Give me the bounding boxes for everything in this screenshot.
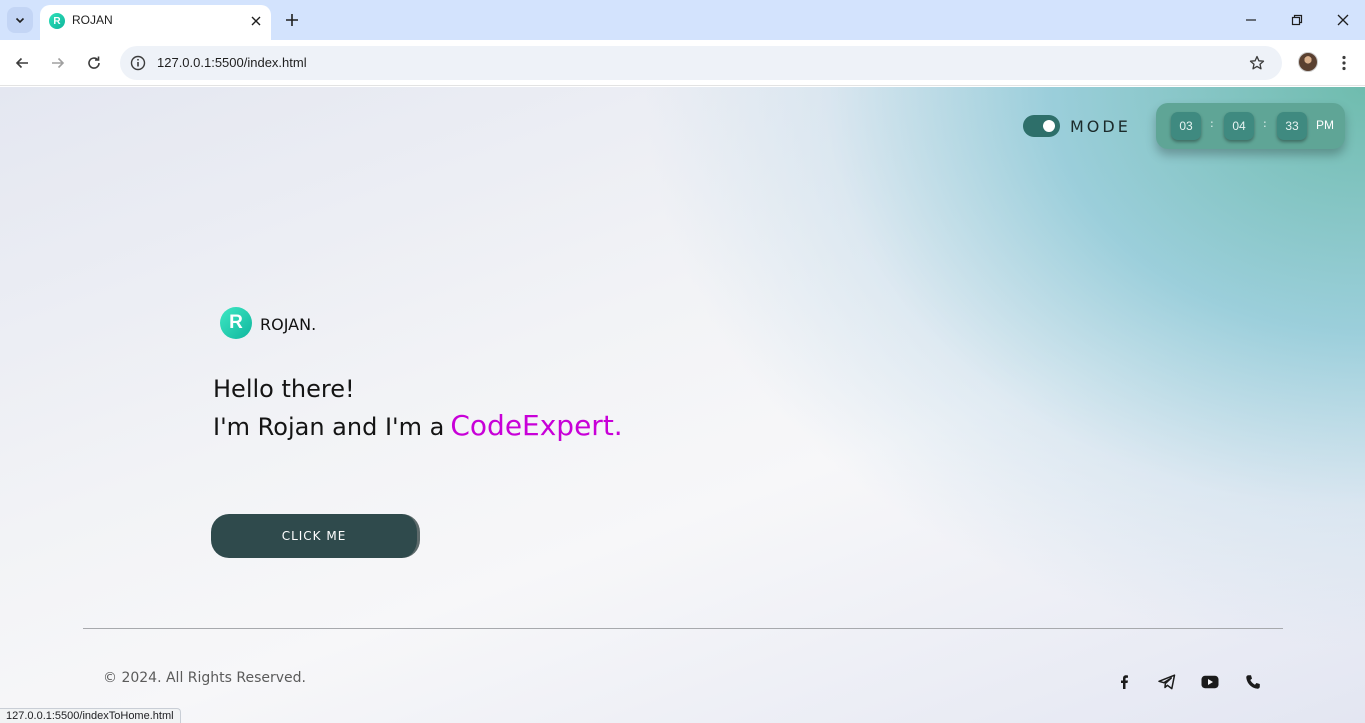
- tab-title: ROJAN: [72, 13, 113, 27]
- close-icon: [251, 16, 261, 26]
- youtube-icon: [1201, 675, 1219, 689]
- browser-tab[interactable]: R ROJAN: [40, 5, 271, 40]
- mode-label: MODE: [1070, 117, 1131, 136]
- brand-logo-icon[interactable]: R: [220, 307, 252, 339]
- clock-seconds: 33: [1277, 112, 1307, 140]
- page-viewport: MODE 03 : 04 : 33 PM R ROJAN. Hello ther…: [0, 87, 1365, 723]
- browser-toolbar: 127.0.0.1:5500/index.html: [0, 40, 1365, 86]
- copyright-text: © 2024. All Rights Reserved.: [103, 670, 307, 686]
- hero-greeting: Hello there!: [213, 375, 355, 403]
- address-url[interactable]: 127.0.0.1:5500/index.html: [157, 55, 307, 70]
- reload-button[interactable]: [80, 49, 108, 77]
- mode-toggle-knob: [1043, 120, 1055, 132]
- star-icon: [1249, 55, 1265, 70]
- chevron-down-icon: [15, 17, 25, 24]
- minimize-button[interactable]: [1228, 0, 1274, 40]
- arrow-right-icon: [52, 57, 65, 69]
- facebook-icon: [1121, 675, 1128, 689]
- clock-separator: :: [1210, 117, 1214, 130]
- youtube-link[interactable]: [1199, 671, 1221, 693]
- footer-divider: [83, 628, 1283, 629]
- brand-name[interactable]: ROJAN.: [260, 315, 316, 334]
- address-bar[interactable]: 127.0.0.1:5500/index.html: [120, 46, 1282, 80]
- click-me-button[interactable]: CLICK ME: [211, 514, 420, 558]
- mode-toggle[interactable]: [1023, 115, 1060, 137]
- bookmark-button[interactable]: [1247, 53, 1267, 73]
- status-bar-url: 127.0.0.1:5500/indexToHome.html: [0, 708, 181, 723]
- browser-tab-strip: R ROJAN: [0, 0, 1365, 40]
- hero-intro: I'm Rojan and I'm a CodeExpert.: [213, 409, 623, 442]
- digital-clock: 03 : 04 : 33 PM: [1156, 103, 1345, 149]
- hero-highlight: CodeExpert.: [450, 409, 623, 442]
- clock-separator: :: [1263, 117, 1267, 130]
- clock-hours: 03: [1171, 112, 1201, 140]
- tab-favicon-icon: R: [49, 13, 65, 29]
- restore-button[interactable]: [1274, 0, 1320, 40]
- browser-menu-button[interactable]: [1333, 49, 1355, 77]
- more-vertical-icon: [1342, 55, 1346, 71]
- facebook-link[interactable]: [1113, 671, 1135, 693]
- tab-close-button[interactable]: [246, 11, 266, 31]
- arrow-left-icon: [15, 57, 28, 69]
- restore-icon: [1291, 14, 1303, 26]
- reload-icon: [88, 56, 100, 69]
- phone-link[interactable]: [1242, 671, 1264, 693]
- close-icon: [1337, 14, 1349, 26]
- close-window-button[interactable]: [1320, 0, 1365, 40]
- clock-minutes: 04: [1224, 112, 1254, 140]
- plus-icon: [286, 14, 298, 26]
- telegram-link[interactable]: [1156, 671, 1178, 693]
- forward-button[interactable]: [44, 49, 72, 77]
- hero-intro-text: I'm Rojan and I'm a: [213, 413, 445, 441]
- tab-search-button[interactable]: [7, 7, 33, 33]
- back-button[interactable]: [8, 49, 36, 77]
- minimize-icon: [1246, 19, 1256, 21]
- new-tab-button[interactable]: [280, 8, 304, 32]
- site-info-button[interactable]: [128, 53, 148, 73]
- telegram-icon: [1158, 674, 1176, 690]
- info-icon: [130, 55, 146, 71]
- clock-ampm: PM: [1316, 118, 1334, 132]
- profile-avatar[interactable]: [1298, 52, 1318, 72]
- phone-icon: [1246, 675, 1260, 689]
